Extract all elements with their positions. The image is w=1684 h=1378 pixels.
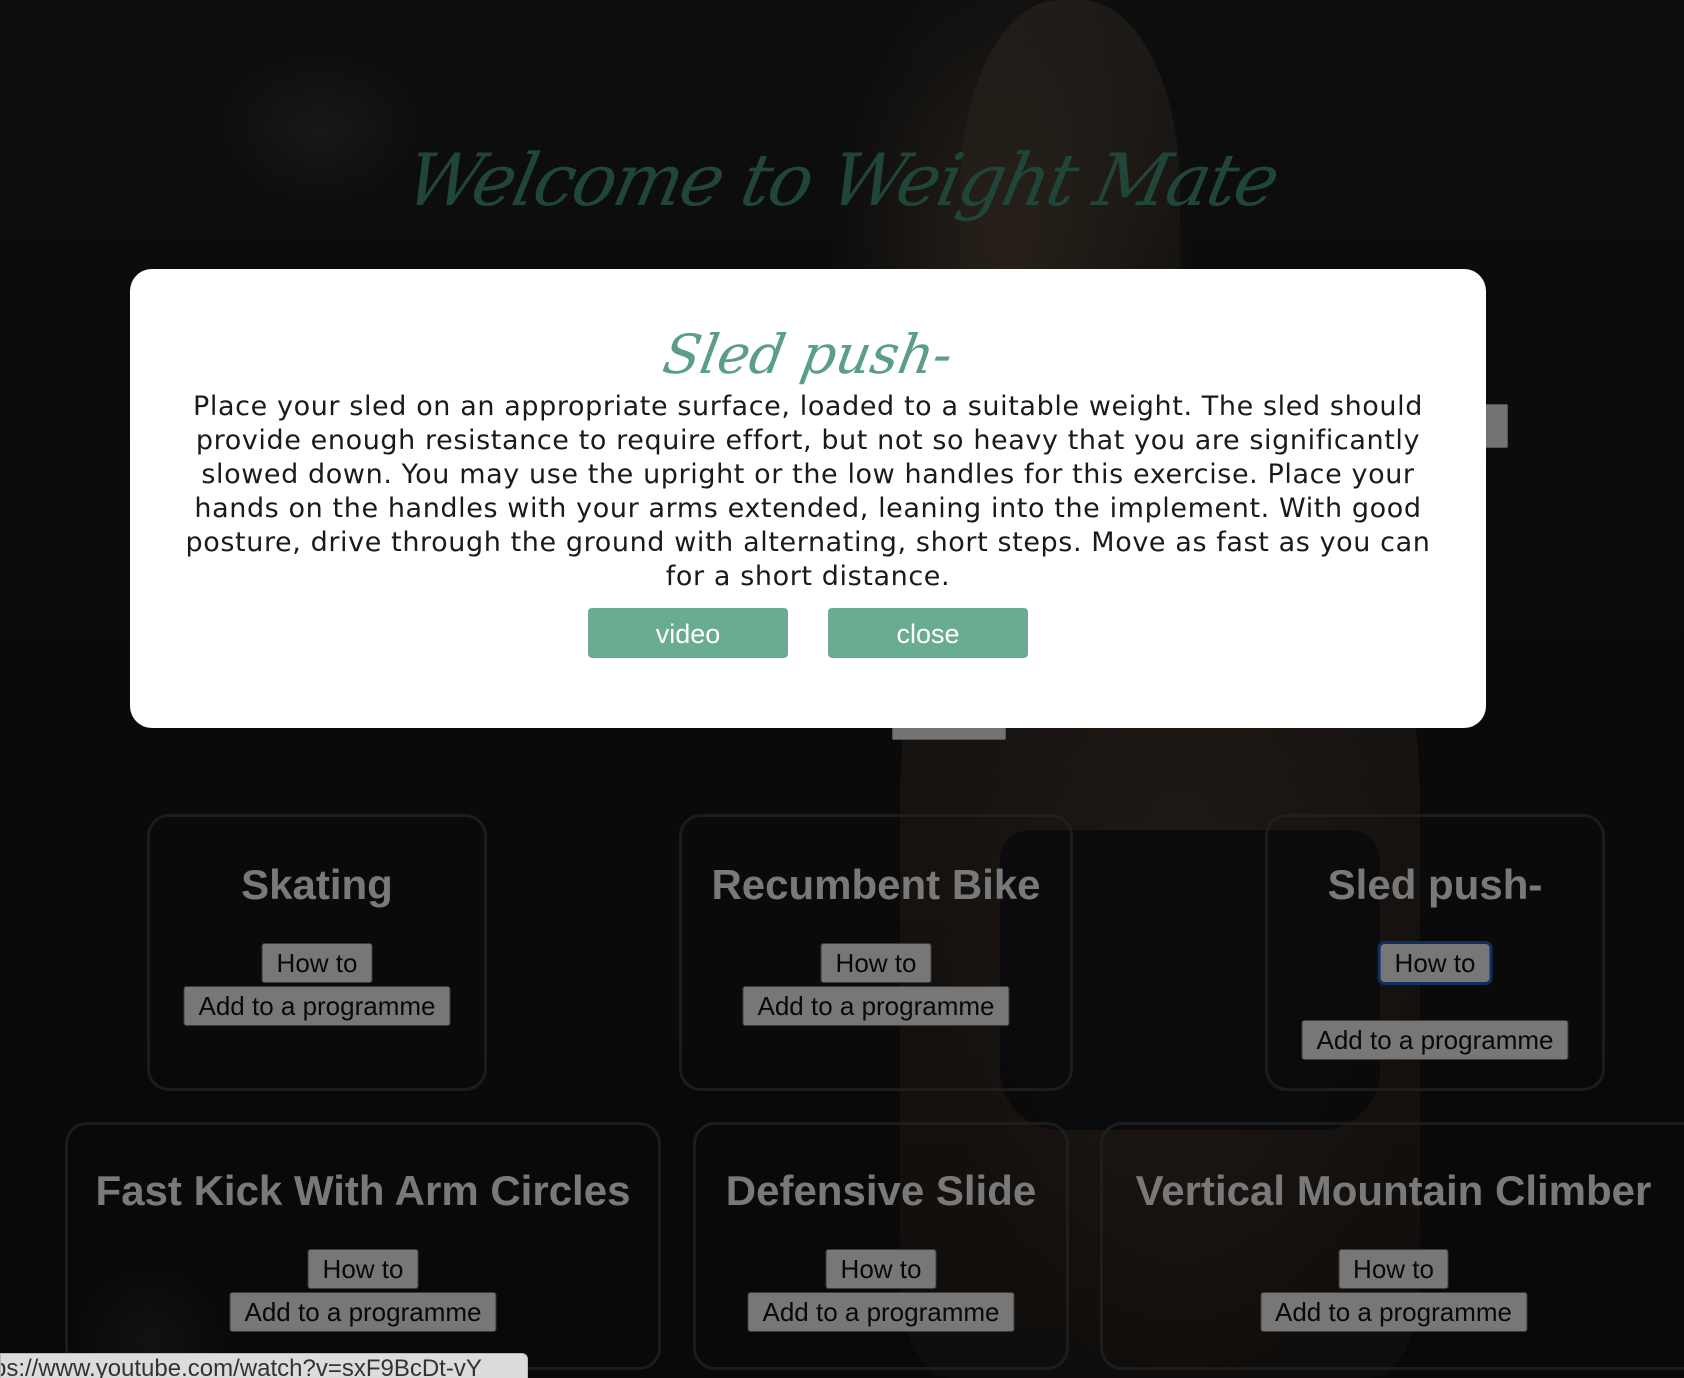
modal-description: Place your sled on an appropriate surfac… — [185, 391, 1431, 592]
video-button[interactable]: video — [588, 608, 788, 658]
exercise-info-modal: Sled push- Place your sled on an appropr… — [130, 269, 1486, 728]
link-preview-status-bar: ps://www.youtube.com/watch?v=sxF9BcDt-vY — [0, 1353, 528, 1378]
modal-title: Sled push- — [658, 323, 958, 386]
close-button[interactable]: close — [828, 608, 1028, 658]
